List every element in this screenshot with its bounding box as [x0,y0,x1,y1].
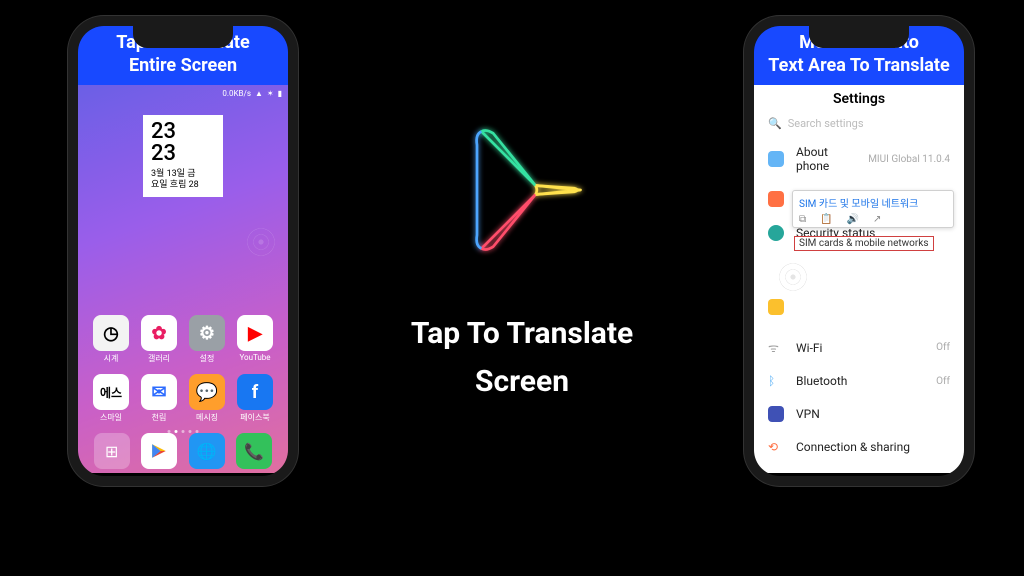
app-messenger[interactable]: ✉ 천림 [138,374,180,423]
clock-date: 3월 13일 금 요일 흐림 28 [151,169,215,191]
tap-ripple-icon[interactable] [776,260,810,294]
wifi-icon: ✶ [267,89,274,98]
row-wifi[interactable]: ᯤ Wi-Fi Off [754,330,964,365]
apps-folder-icon[interactable]: ⊞ [94,433,130,469]
settings-title: Settings [754,85,964,111]
app-smile[interactable]: 에스스마일 [90,374,132,423]
row-label: Bluetooth [796,374,924,388]
translated-highlight[interactable]: SIM cards & mobile networks [794,236,934,251]
right-screen: Move Icon Into Text Area To Translate Se… [754,26,964,476]
speak-icon[interactable]: 🔊 [847,214,859,225]
search-icon: 🔍 [768,117,782,130]
vpn-icon [768,406,784,422]
app-label: 메시징 [196,412,218,423]
row-label: Connection & sharing [796,440,950,454]
app-label: YouTube [239,353,270,362]
battery-icon: ▮ [278,89,282,98]
app-label: 스마일 [100,412,122,423]
search-placeholder: Search settings [788,117,864,130]
settings-search[interactable]: 🔍 Search settings [754,111,964,136]
app-grid: ◷ 시계 ✿ 갤러리 ⚙ 설정 ▶ YouTube 에스스마일 ✉ 천림 💬 메시징 f 페이… [78,315,288,423]
clock-hour: 23 [151,121,215,143]
row-trail: Off [936,342,950,353]
status-bar: 0.0KB/s ▲ ✶ ▮ [78,85,288,102]
dock: ⊞ 🌐 📞 [78,433,288,469]
play-store-icon[interactable] [141,433,177,469]
notch [133,26,233,48]
bluetooth-icon: ᛒ [768,374,784,388]
homescreen[interactable]: 0.0KB/s ▲ ✶ ▮ 23 23 3월 13일 금 요일 흐림 28 ◷ 시… [78,85,288,473]
center-title: Tap To Translate Screen [411,310,633,406]
play-neon-icon [432,100,612,280]
phone-icon[interactable]: 📞 [236,433,272,469]
app-messaging[interactable]: 💬 메시징 [186,374,228,423]
copy-icon[interactable]: ⧉ [799,214,806,225]
youtube-icon: ▶ [237,315,273,351]
row-connection[interactable]: ⟲ Connection & sharing [754,431,964,463]
row-trail: MIUI Global 11.0.4 [868,154,950,165]
center-promo: Tap To Translate Screen [320,100,724,406]
row-label: About phone [796,145,856,173]
shield-icon [768,225,784,241]
app-youtube[interactable]: ▶ YouTube [234,315,276,364]
row-label: VPN [796,407,950,421]
paste-icon[interactable]: 📋 [820,214,832,225]
app-label: 페이스북 [240,412,269,423]
phone-right: Move Icon Into Text Area To Translate Se… [744,16,974,486]
browser-icon[interactable]: 🌐 [189,433,225,469]
row-vpn[interactable]: VPN [754,397,964,431]
update-icon [768,191,784,207]
net-speed: 0.0KB/s [222,89,251,98]
app-label: 시계 [104,353,119,364]
share-icon[interactable]: ↗ [873,214,881,225]
row-bluetooth[interactable]: ᛒ Bluetooth Off [754,365,964,397]
phone-info-icon [768,151,784,167]
app-facebook[interactable]: f 페이스북 [234,374,276,423]
clock-min: 23 [151,143,215,165]
signal-icon: ▲ [255,89,263,98]
sim-icon [768,299,784,315]
gear-icon: ⚙ [189,315,225,351]
app-gallery[interactable]: ✿ 갤러리 [138,315,180,364]
tap-ripple-icon[interactable] [244,225,278,259]
wifi-icon: ᯤ [768,339,784,356]
popup-toolbar: ⧉ 📋 🔊 ↗ [793,212,953,227]
facebook-icon: f [237,374,273,410]
share-conn-icon: ⟲ [768,440,784,454]
messenger-icon: ✉ [141,374,177,410]
chat-icon: 💬 [189,374,225,410]
clock-icon: ◷ [93,315,129,351]
app-clock[interactable]: ◷ 시계 [90,315,132,364]
phone-left: Tap To Translate Entire Screen 0.0KB/s ▲… [68,16,298,486]
app-label: 갤러리 [148,353,170,364]
translate-popup[interactable]: SIM 카드 및 모바일 네트워크 ⧉ 📋 🔊 ↗ [792,190,954,228]
notch [809,26,909,48]
row-label: Wi-Fi [796,341,924,355]
app-label: 천림 [152,412,167,423]
text-icon: 에스 [93,374,129,410]
app-label: 설정 [200,353,215,364]
popup-source-text: SIM 카드 및 모바일 네트워크 [793,191,953,212]
settings-screen: Settings 🔍 Search settings About phone M… [754,85,964,473]
app-settings[interactable]: ⚙ 설정 [186,315,228,364]
left-screen: Tap To Translate Entire Screen 0.0KB/s ▲… [78,26,288,476]
row-about-phone[interactable]: About phone MIUI Global 11.0.4 [754,136,964,182]
gallery-icon: ✿ [141,315,177,351]
clock-widget[interactable]: 23 23 3월 13일 금 요일 흐림 28 [143,115,223,197]
row-trail: Off [936,376,950,387]
